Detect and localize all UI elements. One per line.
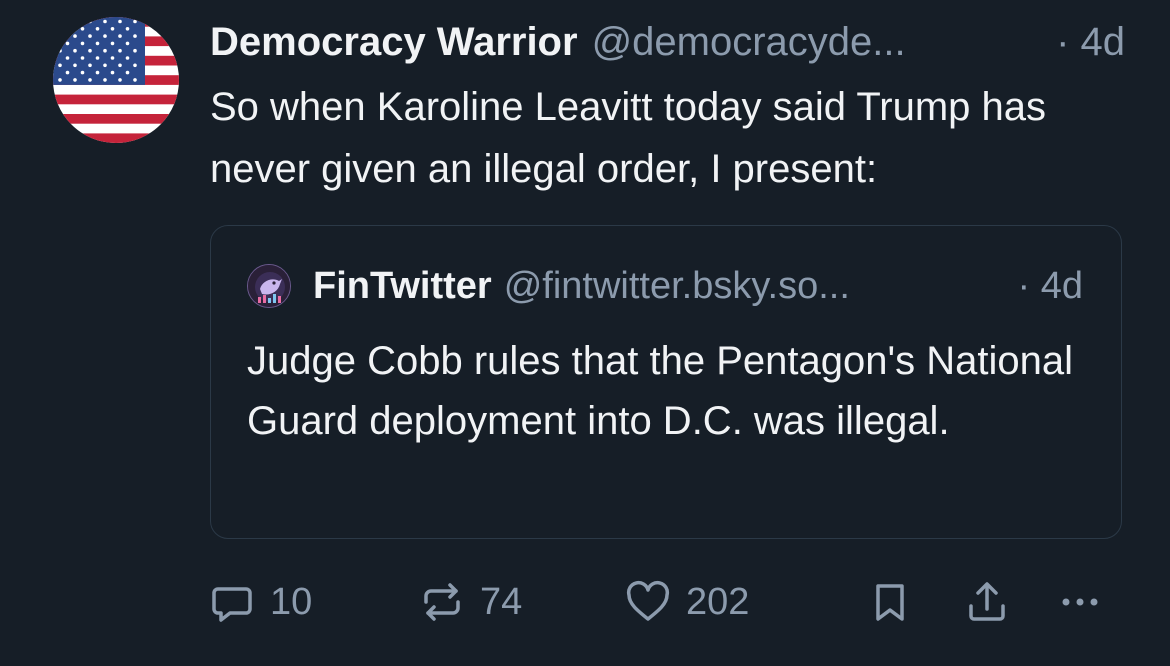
flag-star (58, 78, 62, 82)
flag-star (58, 63, 62, 68)
flag-star (118, 48, 122, 53)
quoted-post-header: FinTwitter @fintwitter.bsky.so... · 4d (247, 260, 1083, 312)
flag-star (125, 41, 130, 46)
flag-star (125, 27, 130, 31)
flag-star (110, 70, 115, 75)
flag-star (118, 78, 122, 82)
flag-star (65, 41, 70, 46)
flag-star (58, 19, 62, 24)
author-avatar[interactable] (53, 17, 179, 143)
flag-star (88, 78, 92, 82)
like-button[interactable]: 202 (624, 578, 749, 626)
like-count: 202 (686, 580, 750, 623)
flag-star (103, 19, 107, 24)
flag-star (73, 19, 77, 24)
flag-star (80, 27, 85, 31)
flag-star (73, 63, 77, 68)
flag-star (110, 41, 115, 46)
flag-star (125, 70, 130, 75)
reply-icon (212, 587, 252, 622)
quoted-post-text: Judge Cobb rules that the Pentagon's Nat… (247, 339, 1073, 443)
flag-star (58, 48, 62, 53)
quoted-post[interactable]: FinTwitter @fintwitter.bsky.so... · 4d J… (210, 225, 1122, 539)
post-header: Democracy Warrior @democracyde... · 4d (210, 14, 1125, 70)
heart-icon (626, 580, 670, 621)
reply-count: 10 (270, 580, 313, 623)
flag-star (88, 34, 92, 38)
post-timestamp[interactable]: · 4d (1056, 14, 1125, 70)
flag-star (118, 34, 122, 38)
flag-star (65, 70, 70, 75)
flag-star (88, 48, 92, 53)
flag-star (110, 27, 115, 31)
us-flag-icon (53, 17, 179, 143)
repost-icon (424, 583, 460, 621)
quoted-author-name[interactable]: FinTwitter (313, 260, 492, 312)
flag-star (58, 34, 62, 38)
repost-count: 74 (480, 580, 523, 623)
post-card[interactable]: Democracy Warrior @democracyde... · 4d S… (0, 0, 1170, 666)
share-icon (969, 582, 1005, 621)
reply-button[interactable]: 10 (208, 578, 312, 626)
flag-star (133, 78, 137, 82)
flag-star (118, 19, 122, 24)
flag-star (125, 56, 130, 60)
author-handle[interactable]: @democracyde... (592, 14, 906, 70)
flag-star (80, 41, 85, 46)
flag-star (88, 19, 92, 24)
flag-star (103, 63, 107, 68)
repost-button[interactable]: 74 (418, 578, 522, 626)
flag-star (73, 34, 77, 38)
flag-star (110, 56, 115, 60)
flag-star (103, 48, 107, 53)
flag-star (80, 70, 85, 75)
flag-star (95, 27, 100, 31)
author-name[interactable]: Democracy Warrior (210, 14, 578, 70)
flag-star (103, 34, 107, 38)
flag-star (103, 78, 107, 82)
fintwitter-bird-icon (248, 265, 290, 307)
flag-star (88, 63, 92, 68)
flag-star (118, 63, 122, 68)
more-options-button[interactable] (1056, 578, 1104, 626)
flag-star (133, 63, 137, 68)
flag-star (133, 19, 137, 24)
flag-star (65, 27, 70, 31)
bookmark-button[interactable] (866, 578, 914, 626)
flag-star (73, 78, 77, 82)
bookmark-icon (876, 584, 904, 621)
flag-star (95, 56, 100, 60)
quoted-author-handle[interactable]: @fintwitter.bsky.so... (504, 260, 850, 312)
flag-star (80, 56, 85, 60)
post-text: So when Karoline Leavitt today said Trum… (210, 85, 1047, 191)
flag-star (95, 41, 100, 46)
flag-star (73, 48, 77, 53)
flag-star (65, 56, 70, 60)
more-icon (1062, 598, 1098, 606)
quoted-author-avatar[interactable] (247, 264, 291, 308)
flag-star (133, 34, 137, 38)
post-actions: 10 74 202 (208, 578, 1108, 626)
flag-star (133, 48, 137, 53)
quoted-post-timestamp[interactable]: · 4d (1018, 260, 1083, 312)
flag-star (95, 70, 100, 75)
share-button[interactable] (963, 578, 1011, 626)
